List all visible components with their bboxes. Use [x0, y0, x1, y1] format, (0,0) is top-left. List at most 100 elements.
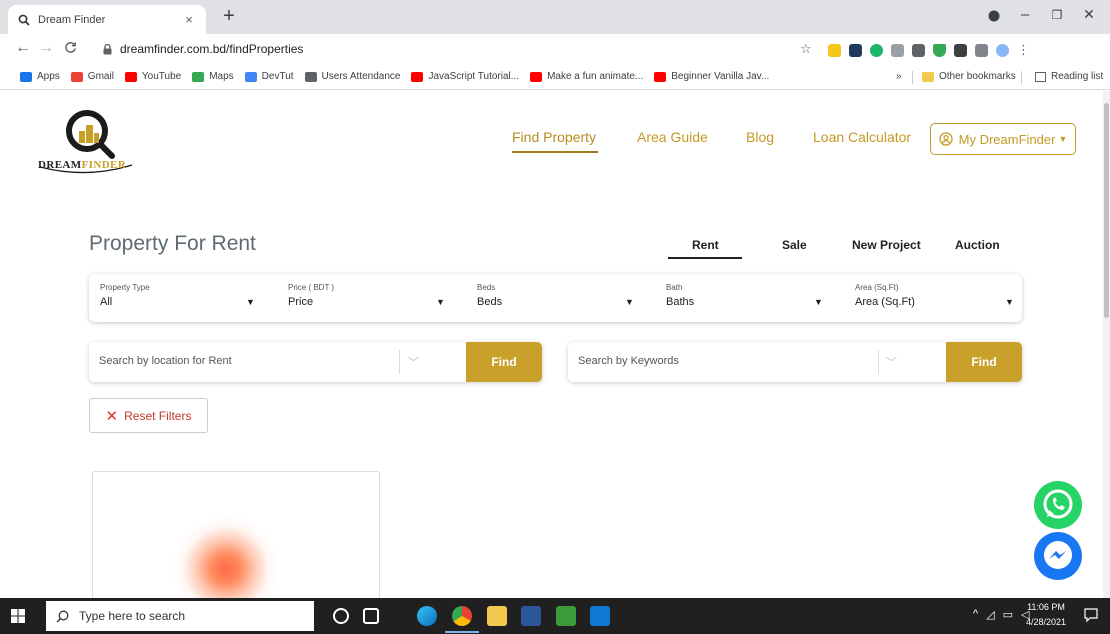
nav-blog[interactable]: Blog: [746, 129, 774, 145]
close-icon: ✕: [105, 407, 119, 425]
caret-down-icon: ▼: [625, 297, 634, 307]
tab-sale[interactable]: Sale: [782, 238, 807, 252]
file-explorer-icon[interactable]: [487, 606, 507, 626]
chrome-active-indicator: [445, 631, 479, 633]
filter-bar: Property Type All ▼ Price ( BDT ) Price …: [89, 274, 1022, 322]
new-tab-button[interactable]: +: [218, 6, 240, 28]
task-view-icon[interactable]: [363, 608, 379, 624]
caret-down-icon: ▼: [1058, 134, 1068, 144]
keyword-find-button[interactable]: Find: [946, 342, 1022, 382]
bookmarks-overflow[interactable]: »: [896, 71, 902, 82]
restore-icon[interactable]: ❐: [1046, 8, 1068, 22]
reading-list-icon: [1035, 71, 1046, 82]
reading-list-button[interactable]: Reading list: [1035, 71, 1103, 82]
bookmark-item[interactable]: Gmail: [70, 71, 114, 82]
profile-icon[interactable]: [983, 6, 1005, 22]
bookmarks-bar: Apps Gmail YouTube Maps DevTut Users Attendan…: [0, 64, 1110, 90]
caret-down-icon: ▼: [814, 297, 823, 307]
tab-auction[interactable]: Auction: [955, 238, 1000, 252]
nav-find-property[interactable]: Find Property: [512, 129, 596, 145]
messenger-icon[interactable]: [1033, 531, 1083, 581]
bookmark-favicon-icon: [304, 71, 317, 82]
camera-extension-icon[interactable]: [891, 43, 904, 57]
system-tray: ^ ◿ ▭ ◁: [973, 608, 1030, 621]
caret-down-icon: ▼: [436, 297, 445, 307]
word-icon[interactable]: [521, 606, 541, 626]
bookmark-item[interactable]: JavaScript Tutorial...: [411, 71, 519, 82]
edge-browser-icon[interactable]: [417, 606, 437, 626]
keyword-search-input[interactable]: Search by Keywords: [578, 355, 679, 367]
filter-bath[interactable]: Bath Baths ▼: [666, 274, 826, 322]
nav-area-guide[interactable]: Area Guide: [637, 129, 708, 145]
bookmark-item[interactable]: Maps: [192, 71, 234, 82]
bookmark-item[interactable]: Make a fun animate...: [530, 71, 643, 82]
bookmark-item[interactable]: Users Attendance: [304, 71, 400, 82]
minimize-icon[interactable]: –: [1014, 6, 1036, 23]
url-text: dreamfinder.com.bd/findProperties: [120, 42, 304, 56]
grammarly-extension-icon[interactable]: [870, 43, 883, 57]
bookmark-item[interactable]: YouTube: [124, 71, 181, 82]
windows-start-icon[interactable]: [11, 609, 25, 623]
notification-icon[interactable]: [1083, 607, 1099, 623]
filter-value: Beds: [477, 296, 503, 308]
filter-property-type[interactable]: Property Type All ▼: [100, 274, 260, 322]
reading-mode-icon[interactable]: [975, 43, 988, 57]
filter-beds[interactable]: Beds Beds ▼: [477, 274, 637, 322]
react-devtools-extension-icon[interactable]: [849, 43, 862, 57]
my-dreamfinder-button[interactable]: My DreamFinder ▼: [930, 123, 1076, 155]
calendar-extension-icon[interactable]: [912, 43, 925, 57]
lock-icon: [103, 43, 112, 55]
shield-extension-icon[interactable]: [933, 43, 946, 57]
filter-label: Beds: [477, 283, 496, 292]
logo-text-finder: FINDER: [81, 159, 127, 171]
whatsapp-icon[interactable]: [1033, 480, 1083, 530]
bookmark-star-icon[interactable]: ☆: [800, 41, 812, 57]
browser-tab-strip: Dream Finder × + – ❐ ✕: [0, 0, 1110, 34]
filter-area[interactable]: Area (Sq.Ft) Area (Sq.Ft) ▼: [855, 274, 1015, 322]
scrollbar-thumb[interactable]: [1104, 103, 1109, 318]
taskbar-search[interactable]: Type here to search: [46, 601, 314, 631]
taskbar-clock[interactable]: 11:06 PM 4/28/2021: [1024, 600, 1068, 630]
location-find-button[interactable]: Find: [466, 342, 542, 382]
battery-icon[interactable]: ▭: [1003, 608, 1013, 621]
chevron-up-icon[interactable]: ^: [973, 608, 978, 621]
bookmark-favicon-icon: [192, 71, 205, 82]
chrome-icon[interactable]: [452, 606, 472, 626]
bookmark-favicon-icon: [70, 71, 83, 82]
latex-editor-icon[interactable]: [556, 606, 576, 626]
cortana-icon[interactable]: [333, 608, 349, 624]
profile-avatar-icon[interactable]: [996, 43, 1009, 57]
browser-menu-icon[interactable]: ⋮: [1017, 42, 1030, 58]
chevron-down-icon[interactable]: ﹀: [886, 354, 897, 370]
browser-tab[interactable]: Dream Finder ×: [8, 5, 206, 34]
page-scrollbar[interactable]: [1103, 91, 1110, 598]
tab-close-icon[interactable]: ×: [182, 12, 196, 27]
thumbs-up-extension-icon[interactable]: [828, 43, 841, 57]
bookmark-item[interactable]: DevTut: [244, 71, 294, 82]
vscode-icon[interactable]: [590, 606, 610, 626]
bookmark-favicon-icon: [411, 71, 424, 82]
bookmark-label: Apps: [37, 71, 60, 82]
filter-value: All: [100, 296, 113, 308]
bookmark-label: Beginner Vanilla Jav...: [671, 71, 770, 82]
puzzle-extensions-icon[interactable]: [954, 43, 967, 57]
bookmark-item[interactable]: Apps: [20, 71, 60, 82]
window-close-icon[interactable]: ✕: [1078, 6, 1100, 23]
nav-loan-calculator[interactable]: Loan Calculator: [813, 129, 911, 145]
dreamfinder-logo[interactable]: DREAMFINDER: [32, 109, 142, 177]
address-bar[interactable]: dreamfinder.com.bd/findProperties: [97, 37, 817, 61]
reset-filters-button[interactable]: ✕ Reset Filters: [89, 398, 208, 433]
tab-rent[interactable]: Rent: [692, 238, 719, 252]
bookmark-item[interactable]: Beginner Vanilla Jav...: [654, 71, 769, 82]
extensions-area: ⋮: [828, 42, 1030, 58]
forward-arrow-icon[interactable]: →: [33, 39, 59, 57]
chevron-down-icon[interactable]: ﹀: [408, 354, 419, 370]
filter-price[interactable]: Price ( BDT ) Price ▼: [288, 274, 448, 322]
network-icon[interactable]: ◿: [986, 608, 994, 621]
other-bookmarks-folder[interactable]: Other bookmarks: [922, 71, 1016, 82]
location-search-input[interactable]: Search by location for Rent: [99, 355, 232, 367]
reload-icon[interactable]: [57, 39, 83, 54]
tab-new-project[interactable]: New Project: [852, 238, 921, 252]
filter-label: Price ( BDT ): [288, 283, 335, 292]
search-separator: [878, 350, 879, 374]
